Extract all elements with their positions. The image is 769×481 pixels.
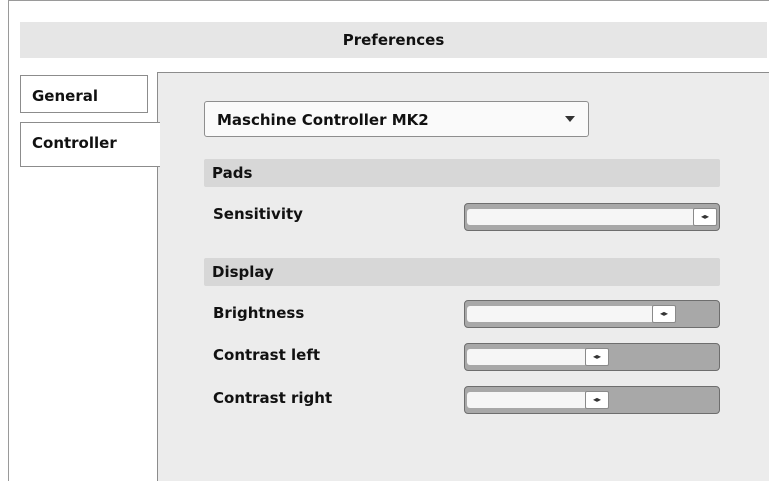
controller-select-value: Maschine Controller MK2 [217,111,429,129]
slider-handle-icon[interactable]: ◂▸ [652,305,676,323]
contrast-right-slider[interactable]: ◂▸ [464,386,720,414]
contrast-right-slider-fill [467,392,597,408]
contrast-left-slider[interactable]: ◂▸ [464,343,720,371]
tab-general[interactable]: General [20,75,148,113]
sensitivity-slider-fill [467,209,705,225]
sensitivity-slider[interactable]: ◂▸ [464,203,720,231]
brightness-slider-fill [467,306,664,322]
section-header-pads: Pads [204,159,720,187]
slider-handle-icon[interactable]: ◂▸ [693,208,717,226]
sensitivity-label: Sensitivity [213,205,303,223]
tab-controller-label: Controller [32,134,117,152]
brightness-label: Brightness [213,304,305,322]
window-title-text: Preferences [342,31,445,49]
section-header-display: Display [204,258,720,286]
controller-select[interactable]: Maschine Controller MK2 [204,101,589,137]
tab-controller[interactable]: Controller [20,122,160,167]
window-title: Preferences [20,22,767,58]
section-header-display-label: Display [212,263,274,281]
section-header-pads-label: Pads [212,164,253,182]
slider-handle-icon[interactable]: ◂▸ [585,348,609,366]
contrast-left-label: Contrast left [213,346,321,364]
tab-general-label: General [32,87,98,105]
brightness-slider[interactable]: ◂▸ [464,300,720,328]
slider-handle-icon[interactable]: ◂▸ [585,391,609,409]
contrast-right-label: Contrast right [213,389,333,407]
contrast-left-slider-fill [467,349,597,365]
chevron-down-icon [565,116,575,122]
